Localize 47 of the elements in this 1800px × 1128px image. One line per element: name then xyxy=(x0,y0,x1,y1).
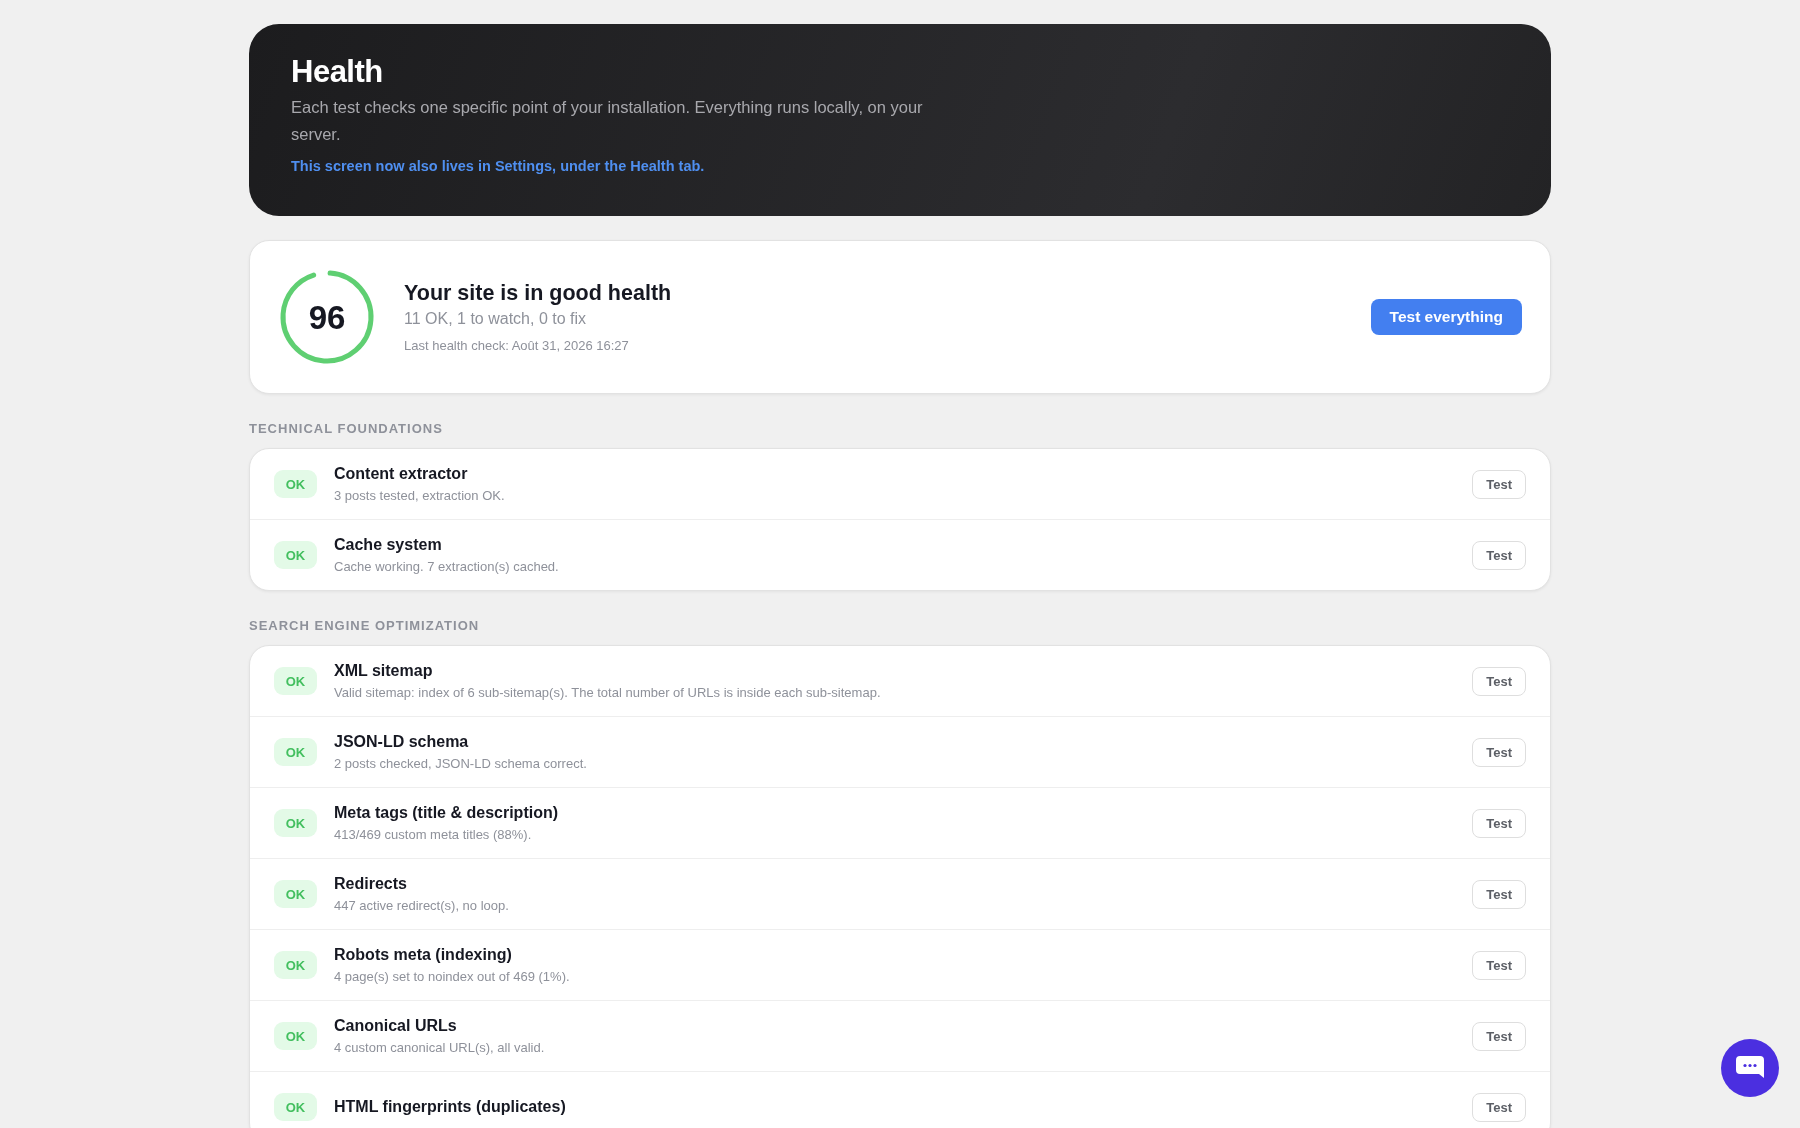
chat-button[interactable] xyxy=(1721,1039,1779,1097)
test-button[interactable]: Test xyxy=(1472,879,1526,909)
test-result: 3 posts tested, extraction OK. xyxy=(334,488,506,503)
page-description: Each test checks one specific point of your installation. Everything runs locally, on your server. xyxy=(291,97,924,145)
test-result: 2 posts checked, JSON-LD schema correct. xyxy=(334,756,588,771)
test-everything-button[interactable]: Test everything xyxy=(1370,299,1522,335)
settings-link[interactable]: This screen now also lives in Settings, under the Health tab. xyxy=(291,158,705,174)
test-result: 4 page(s) set to noindex out of 469 (1%). xyxy=(334,969,571,984)
test-name: JSON-LD schema xyxy=(334,733,470,751)
status-badge: OK xyxy=(274,1093,317,1121)
test-name: Content extractor xyxy=(334,465,469,483)
status-badge: OK xyxy=(274,880,317,908)
test-name: HTML fingerprints (duplicates) xyxy=(334,1098,567,1116)
test-name: Cache system xyxy=(334,536,443,554)
test-name: Meta tags (title & description) xyxy=(334,804,560,822)
test-result: Cache working. 7 extraction(s) cached. xyxy=(334,559,560,574)
test-result: 413/469 custom meta titles (88%). xyxy=(334,827,533,842)
test-name: XML sitemap xyxy=(334,662,434,680)
test-result: 447 active redirect(s), no loop. xyxy=(334,898,510,913)
test-counts: 11 OK, 1 to watch, 0 to fix xyxy=(404,310,587,328)
status-badge: OK xyxy=(274,470,317,498)
test-button[interactable]: Test xyxy=(1472,1092,1526,1122)
test-button[interactable]: Test xyxy=(1472,737,1526,767)
health-status-title: Your site is in good health xyxy=(404,281,673,306)
test-button[interactable]: Test xyxy=(1472,666,1526,696)
status-badge: OK xyxy=(274,667,317,695)
test-button[interactable]: Test xyxy=(1472,1021,1526,1051)
test-button[interactable]: Test xyxy=(1472,469,1526,499)
status-badge: OK xyxy=(274,541,317,569)
status-badge: OK xyxy=(274,809,317,837)
chat-icon xyxy=(1735,1055,1765,1081)
last-check-time: Last health check: Août 31, 2026 16:27 xyxy=(404,338,630,353)
status-badge: OK xyxy=(274,1022,317,1050)
page-title: Health xyxy=(291,54,384,90)
test-name: Robots meta (indexing) xyxy=(334,946,513,964)
status-badge: OK xyxy=(274,951,317,979)
test-button[interactable]: Test xyxy=(1472,950,1526,980)
section-heading: TECHNICAL FOUNDATIONS xyxy=(249,421,444,436)
test-result: 4 custom canonical URL(s), all valid. xyxy=(334,1040,546,1055)
status-badge: OK xyxy=(274,738,317,766)
health-score: 96 xyxy=(307,299,347,337)
test-name: Canonical URLs xyxy=(334,1017,458,1035)
section-heading: SEARCH ENGINE OPTIMIZATION xyxy=(249,618,481,633)
test-name: Redirects xyxy=(334,875,408,893)
test-button[interactable]: Test xyxy=(1472,808,1526,838)
test-button[interactable]: Test xyxy=(1472,540,1526,570)
test-result: Valid sitemap: index of 6 sub-sitemap(s). The total number of URLs is inside each sub-sitemap. xyxy=(334,685,882,700)
